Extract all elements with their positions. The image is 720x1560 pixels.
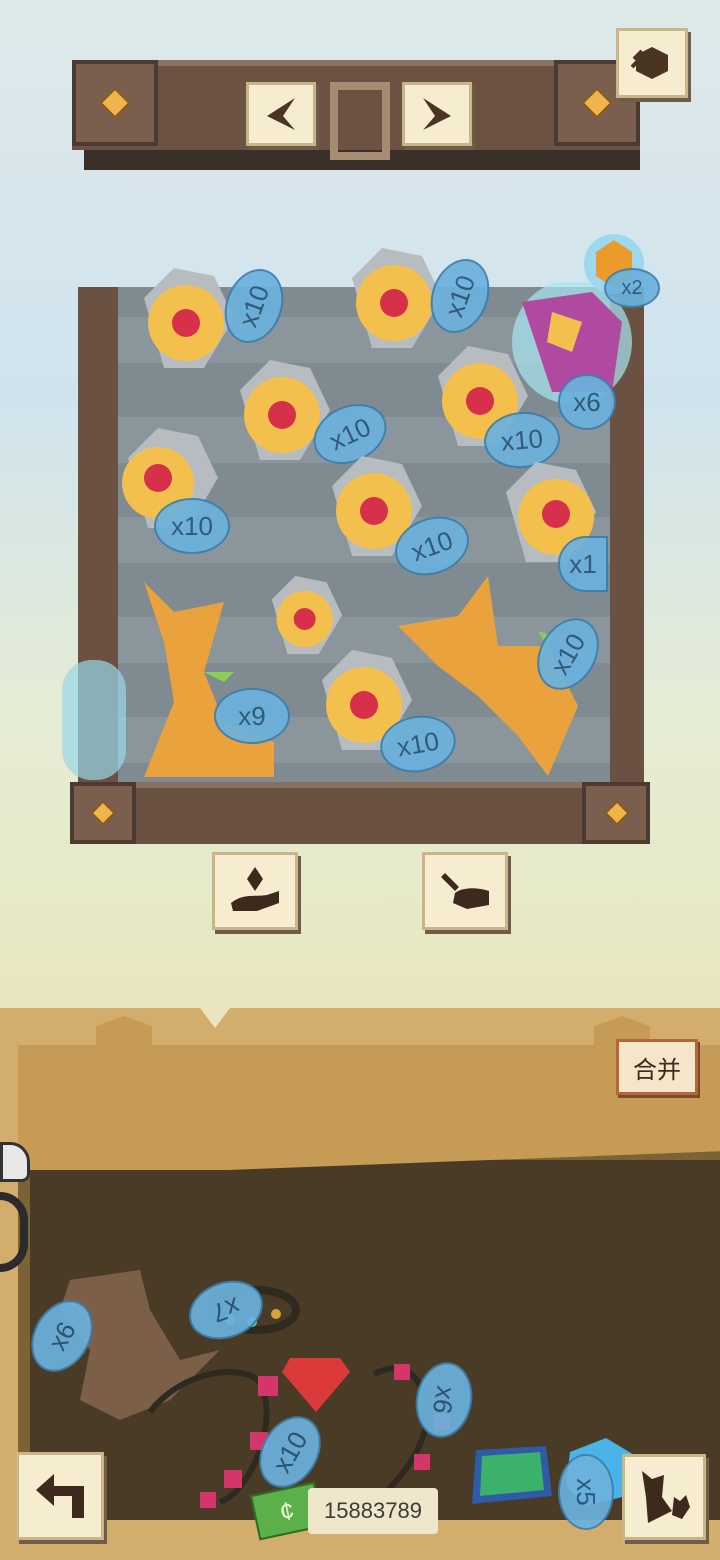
- flower-item[interactable]: x10: [322, 456, 478, 586]
- diamond-icon: [584, 90, 610, 116]
- bracelet-item[interactable]: x7: [180, 1270, 300, 1350]
- diamond-icon: [102, 90, 128, 116]
- count-badge: x9: [214, 688, 290, 744]
- flower-item[interactable]: x10: [134, 260, 294, 383]
- cat-item[interactable]: x9: [134, 582, 290, 787]
- count-badge: x5: [558, 1454, 614, 1530]
- pets-button[interactable]: [622, 1454, 706, 1540]
- inventory-box-lid: [18, 1045, 720, 1170]
- craft-button[interactable]: [422, 852, 508, 930]
- amber-gem-item[interactable]: x2: [584, 234, 660, 308]
- undo-arrow-icon: [36, 1474, 84, 1518]
- top-navigation-bar: [72, 60, 640, 170]
- green-gem-item[interactable]: [466, 1440, 556, 1515]
- page-indicator: [330, 82, 390, 160]
- diamond-icon: [607, 803, 627, 823]
- sell-button[interactable]: [212, 852, 298, 930]
- cat-icon: [144, 582, 274, 777]
- arrow-left-icon: [267, 98, 295, 130]
- wrench-hand-icon: [441, 873, 489, 909]
- previous-button[interactable]: [246, 82, 316, 146]
- flower-item[interactable]: x1: [496, 462, 608, 592]
- hand-offer-icon: [231, 867, 279, 911]
- count-badge: x2: [604, 268, 660, 308]
- character-body: [0, 1192, 28, 1272]
- left-cap: [72, 60, 158, 146]
- necklace-item[interactable]: x6: [354, 1354, 479, 1499]
- coin-balance: 15883789: [308, 1488, 438, 1534]
- board-bottom-bar: [70, 782, 650, 844]
- flower-item[interactable]: x10: [118, 428, 230, 554]
- back-button[interactable]: [16, 1452, 104, 1540]
- character-hat: [0, 1142, 30, 1182]
- next-button[interactable]: [402, 82, 472, 146]
- cat-silhouette-icon: [642, 1471, 690, 1523]
- count-badge: x10: [154, 498, 230, 554]
- count-badge: x6: [558, 374, 616, 430]
- bottom-beam: [70, 782, 650, 844]
- green-gem-icon: [472, 1446, 552, 1504]
- merge-button[interactable]: 合并: [616, 1039, 698, 1095]
- collection-button[interactable]: [616, 28, 688, 98]
- arrow-right-icon: [423, 98, 451, 130]
- bottom-left-cap: [70, 782, 136, 844]
- bottom-right-cap: [582, 782, 650, 844]
- diamond-icon: [93, 803, 113, 823]
- glow-item-partial: [62, 660, 126, 780]
- gem-cluster-icon: [630, 47, 668, 79]
- cat-item[interactable]: x10: [398, 576, 612, 781]
- side-character-partial: [0, 1122, 36, 1282]
